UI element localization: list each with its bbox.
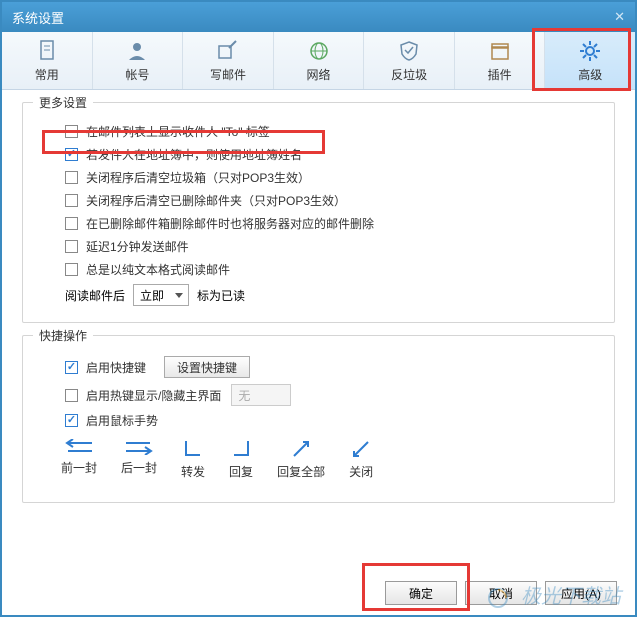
- fieldset-more: 更多设置 在邮件列表上显示收件人 "To" 标签 若发件人在地址簿中，则使用地址…: [22, 102, 615, 323]
- gesture-close: 关闭: [349, 439, 373, 480]
- checkbox[interactable]: [65, 240, 78, 253]
- read-after-select[interactable]: 立即: [133, 284, 189, 306]
- fieldset-quick: 快捷操作 启用快捷键 设置快捷键 启用热键显示/隐藏主界面 启用鼠标手势 前一封…: [22, 335, 615, 503]
- slash-up-icon: [291, 439, 311, 459]
- window-title: 系统设置: [12, 8, 64, 27]
- opt-empty-trash[interactable]: 关闭程序后清空垃圾箱（只对POP3生效）: [65, 169, 598, 186]
- compose-icon: [216, 39, 240, 63]
- opt-enable-hotkey[interactable]: 启用热键显示/隐藏主界面: [65, 384, 598, 406]
- checkbox[interactable]: [65, 148, 78, 161]
- gear-icon: [578, 39, 602, 63]
- arrow-left-icon: [64, 439, 94, 455]
- file-icon: [35, 39, 59, 63]
- tab-general[interactable]: 常用: [2, 32, 93, 89]
- gesture-list: 前一封 后一封 转发 回复 回复全部 关闭: [61, 439, 598, 480]
- set-shortcut-button[interactable]: 设置快捷键: [164, 356, 250, 378]
- opt-plain-text[interactable]: 总是以纯文本格式阅读邮件: [65, 261, 598, 278]
- tab-compose[interactable]: 写邮件: [183, 32, 274, 89]
- read-after-row: 阅读邮件后 立即 标为已读: [65, 284, 598, 306]
- checkbox[interactable]: [65, 125, 78, 138]
- tab-advanced[interactable]: 高级: [545, 32, 635, 89]
- toolbar: 常用 帐号 写邮件 网络 反垃圾 插件 高级: [2, 32, 635, 90]
- opt-enable-shortcut[interactable]: 启用快捷键 设置快捷键: [65, 356, 598, 378]
- checkbox[interactable]: [65, 194, 78, 207]
- opt-enable-gesture[interactable]: 启用鼠标手势: [65, 412, 598, 429]
- checkbox[interactable]: [65, 263, 78, 276]
- gesture-replyall: 回复全部: [277, 439, 325, 480]
- tab-spam[interactable]: 反垃圾: [364, 32, 455, 89]
- arrow-right-icon: [124, 439, 154, 455]
- bottom-bar: 确定 取消 应用(A): [385, 581, 617, 605]
- angle-down-left-icon: [231, 439, 251, 459]
- cancel-button[interactable]: 取消: [465, 581, 537, 605]
- tab-plugin[interactable]: 插件: [455, 32, 546, 89]
- ok-button[interactable]: 确定: [385, 581, 457, 605]
- titlebar: 系统设置 ✕: [2, 2, 635, 32]
- checkbox[interactable]: [65, 217, 78, 230]
- tab-account[interactable]: 帐号: [93, 32, 184, 89]
- checkbox[interactable]: [65, 171, 78, 184]
- opt-use-addressbook[interactable]: 若发件人在地址簿中，则使用地址簿姓名: [65, 146, 598, 163]
- angle-down-right-icon: [183, 439, 203, 459]
- checkbox[interactable]: [65, 389, 78, 402]
- checkbox[interactable]: [65, 414, 78, 427]
- opt-empty-deleted[interactable]: 关闭程序后清空已删除邮件夹（只对POP3生效）: [65, 192, 598, 209]
- gesture-forward: 转发: [181, 439, 205, 480]
- close-icon[interactable]: ✕: [614, 9, 625, 25]
- checkbox[interactable]: [65, 361, 78, 374]
- apply-button[interactable]: 应用(A): [545, 581, 617, 605]
- opt-show-to[interactable]: 在邮件列表上显示收件人 "To" 标签: [65, 123, 598, 140]
- globe-icon: [307, 39, 331, 63]
- legend-more: 更多设置: [33, 94, 93, 111]
- gesture-reply: 回复: [229, 439, 253, 480]
- box-icon: [488, 39, 512, 63]
- hotkey-input[interactable]: [231, 384, 291, 406]
- opt-delay-send[interactable]: 延迟1分钟发送邮件: [65, 238, 598, 255]
- gesture-prev: 前一封: [61, 439, 97, 480]
- shield-icon: [397, 39, 421, 63]
- opt-delete-server[interactable]: 在已删除邮件箱删除邮件时也将服务器对应的邮件删除: [65, 215, 598, 232]
- legend-quick: 快捷操作: [33, 327, 93, 344]
- slash-down-icon: [351, 439, 371, 459]
- user-icon: [125, 39, 149, 63]
- gesture-next: 后一封: [121, 439, 157, 480]
- tab-network[interactable]: 网络: [274, 32, 365, 89]
